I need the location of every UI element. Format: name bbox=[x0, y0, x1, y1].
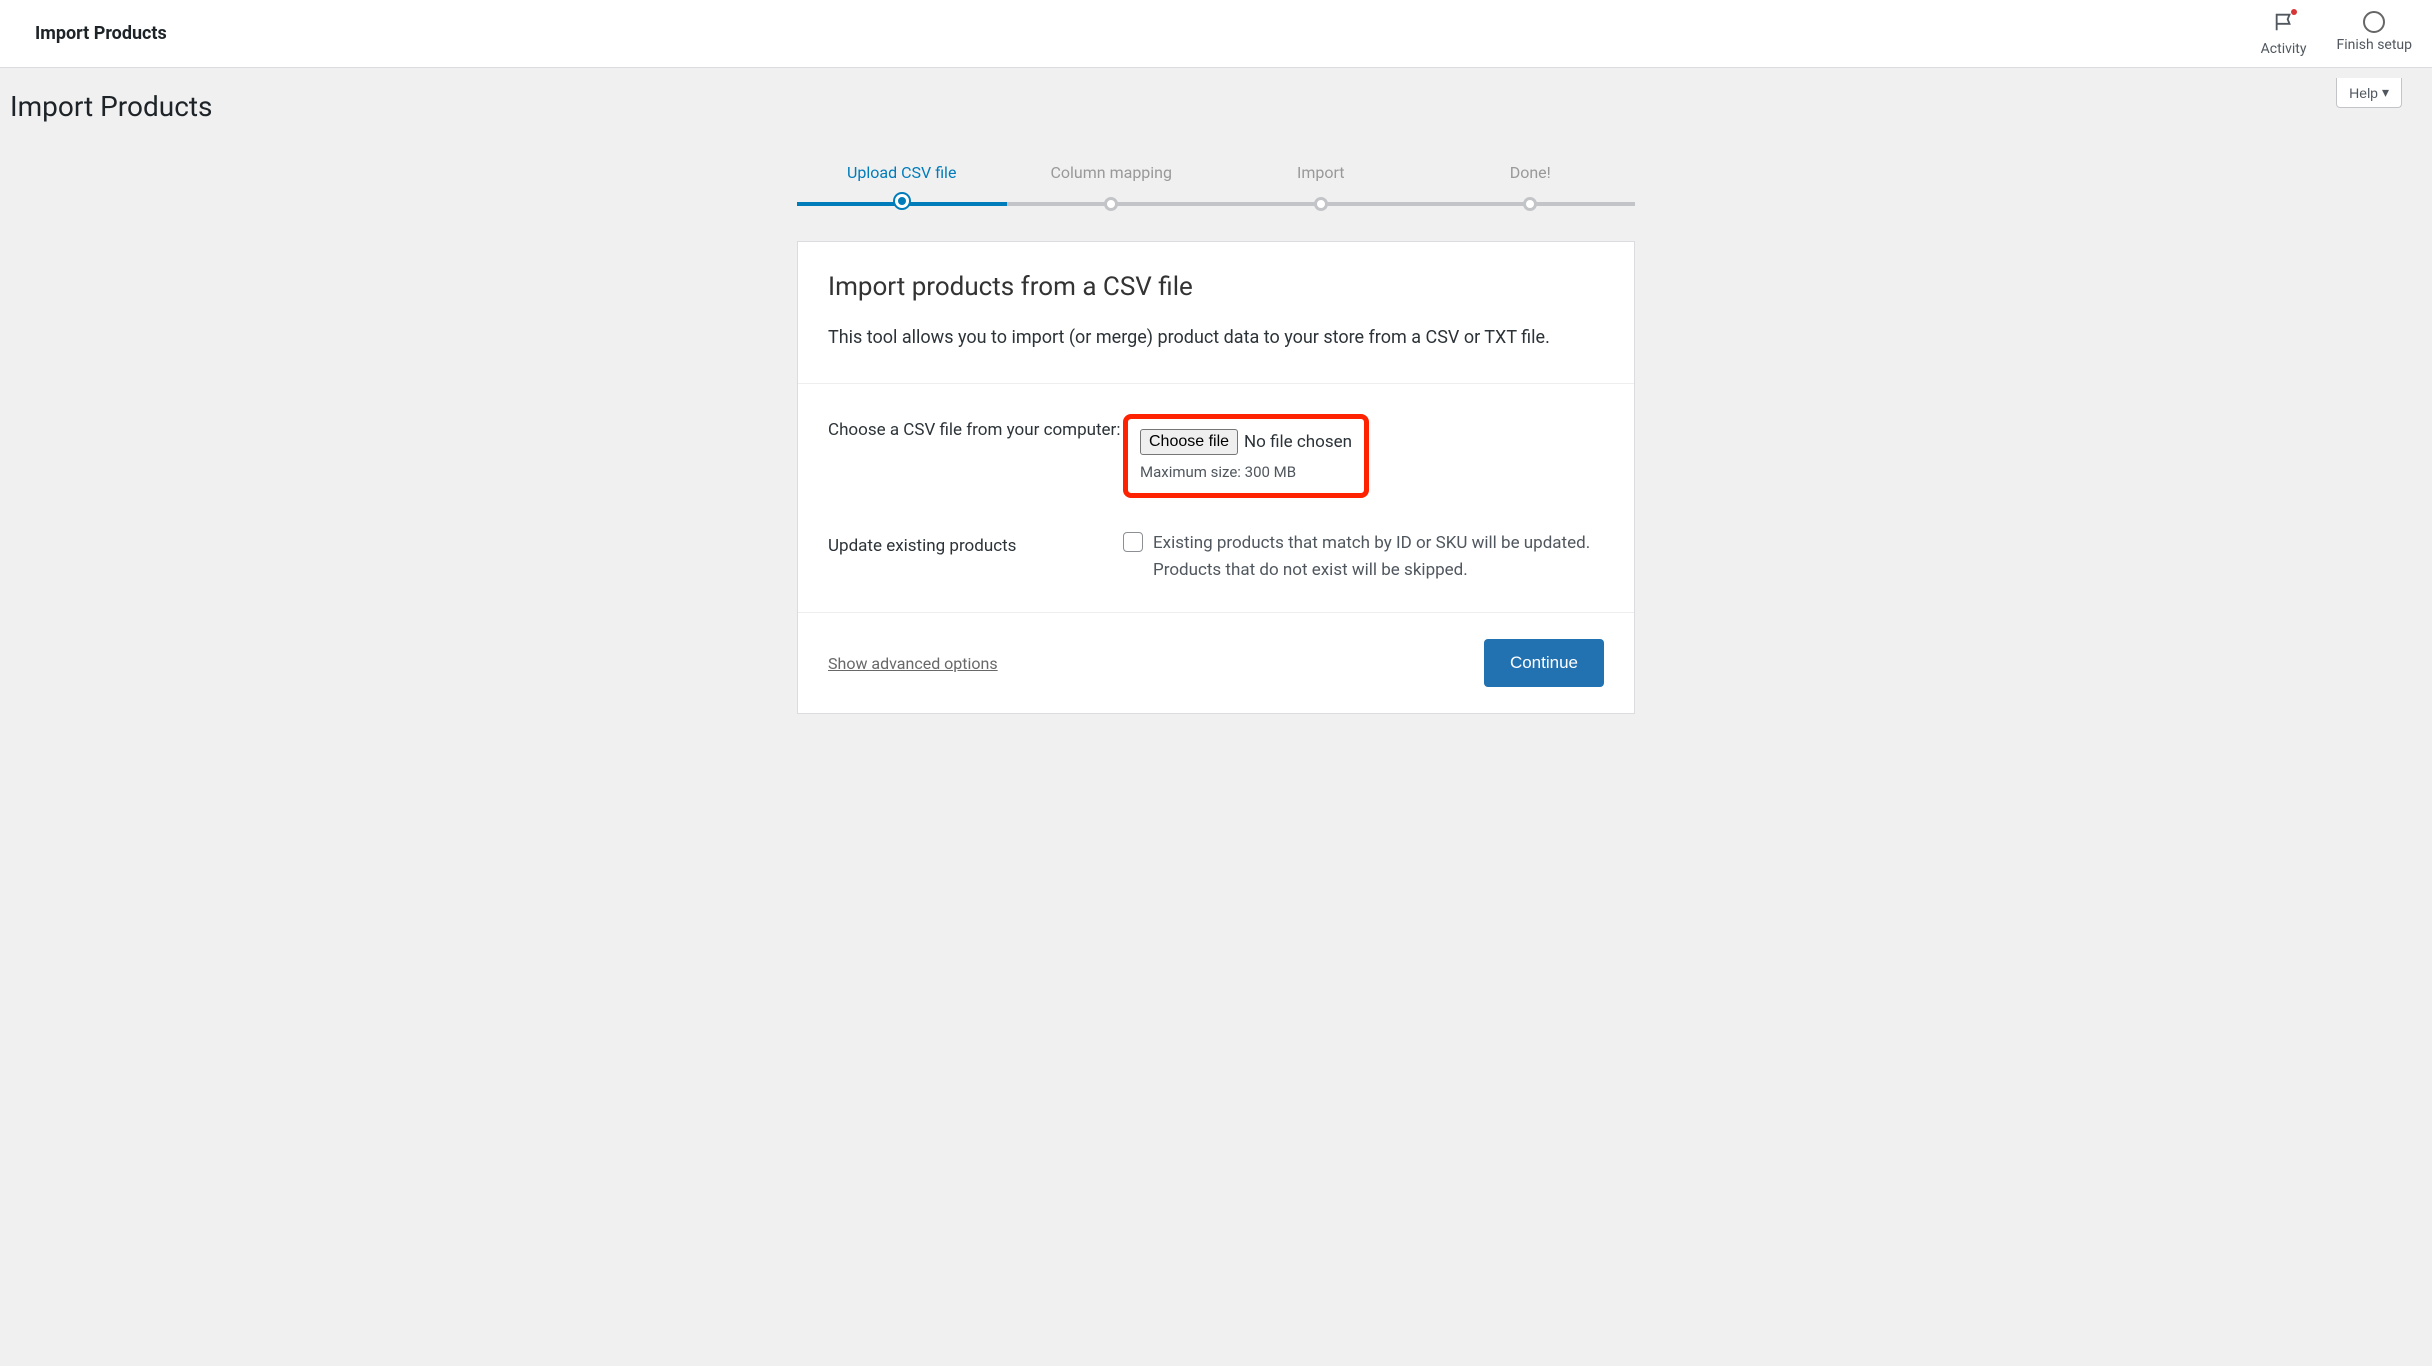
step-label: Done! bbox=[1426, 163, 1636, 182]
activity-button[interactable]: Activity bbox=[2261, 11, 2307, 57]
continue-button[interactable]: Continue bbox=[1484, 639, 1604, 687]
card-description: This tool allows you to import (or merge… bbox=[828, 324, 1604, 353]
finish-setup-button[interactable]: Finish setup bbox=[2337, 11, 2413, 53]
step-upload-csv: Upload CSV file bbox=[797, 163, 1007, 211]
topbar-title: Import Products bbox=[20, 23, 167, 44]
choose-file-label: Choose a CSV file from your computer: bbox=[828, 414, 1123, 444]
topbar-actions: Activity Finish setup bbox=[2261, 11, 2412, 57]
step-dot bbox=[1314, 197, 1328, 211]
step-label: Import bbox=[1216, 163, 1426, 182]
choose-file-control: Choose file No file chosen Maximum size:… bbox=[1123, 414, 1604, 498]
max-size-text: Maximum size: 300 MB bbox=[1140, 463, 1352, 481]
update-existing-checkbox[interactable] bbox=[1123, 532, 1143, 552]
step-label: Column mapping bbox=[1007, 163, 1217, 182]
step-dot bbox=[898, 197, 906, 205]
update-existing-control: Existing products that match by ID or SK… bbox=[1123, 530, 1604, 584]
file-input-row: Choose file No file chosen bbox=[1140, 429, 1352, 455]
flag-icon bbox=[2273, 11, 2295, 37]
choose-file-row: Choose a CSV file from your computer: Ch… bbox=[798, 384, 1634, 518]
choose-file-button[interactable]: Choose file bbox=[1140, 429, 1238, 455]
help-button[interactable]: Help ▾ bbox=[2336, 78, 2402, 108]
step-dot bbox=[1104, 197, 1118, 211]
chevron-down-icon: ▾ bbox=[2382, 84, 2389, 101]
step-import: Import bbox=[1216, 163, 1426, 211]
activity-label: Activity bbox=[2261, 41, 2307, 57]
step-dot bbox=[1523, 197, 1537, 211]
update-existing-description: Existing products that match by ID or SK… bbox=[1153, 530, 1604, 584]
circle-icon bbox=[2363, 11, 2385, 33]
update-existing-row: Update existing products Existing produc… bbox=[798, 518, 1634, 613]
step-done: Done! bbox=[1426, 163, 1636, 211]
wizard: Upload CSV file Column mapping Import Do… bbox=[797, 163, 1635, 714]
highlight-annotation: Choose file No file chosen Maximum size:… bbox=[1123, 414, 1369, 498]
card-title: Import products from a CSV file bbox=[828, 272, 1604, 302]
update-existing-label: Update existing products bbox=[828, 530, 1123, 560]
advanced-options-link[interactable]: Show advanced options bbox=[828, 654, 998, 673]
step-label: Upload CSV file bbox=[797, 163, 1007, 182]
page-heading: Import Products bbox=[10, 90, 2422, 123]
notification-dot bbox=[2291, 9, 2297, 15]
checkbox-row: Existing products that match by ID or SK… bbox=[1123, 530, 1604, 584]
topbar: Import Products Activity Finish setup bbox=[0, 0, 2432, 68]
card-footer: Show advanced options Continue bbox=[798, 613, 1634, 713]
card-header-section: Import products from a CSV file This too… bbox=[798, 242, 1634, 384]
page-body: Help ▾ Import Products Upload CSV file C… bbox=[0, 68, 2432, 868]
step-column-mapping: Column mapping bbox=[1007, 163, 1217, 211]
finish-setup-label: Finish setup bbox=[2337, 37, 2413, 53]
progress-bar: Upload CSV file Column mapping Import Do… bbox=[797, 163, 1635, 211]
file-chosen-text: No file chosen bbox=[1244, 432, 1352, 452]
import-card: Import products from a CSV file This too… bbox=[797, 241, 1635, 714]
help-label: Help bbox=[2349, 85, 2378, 101]
